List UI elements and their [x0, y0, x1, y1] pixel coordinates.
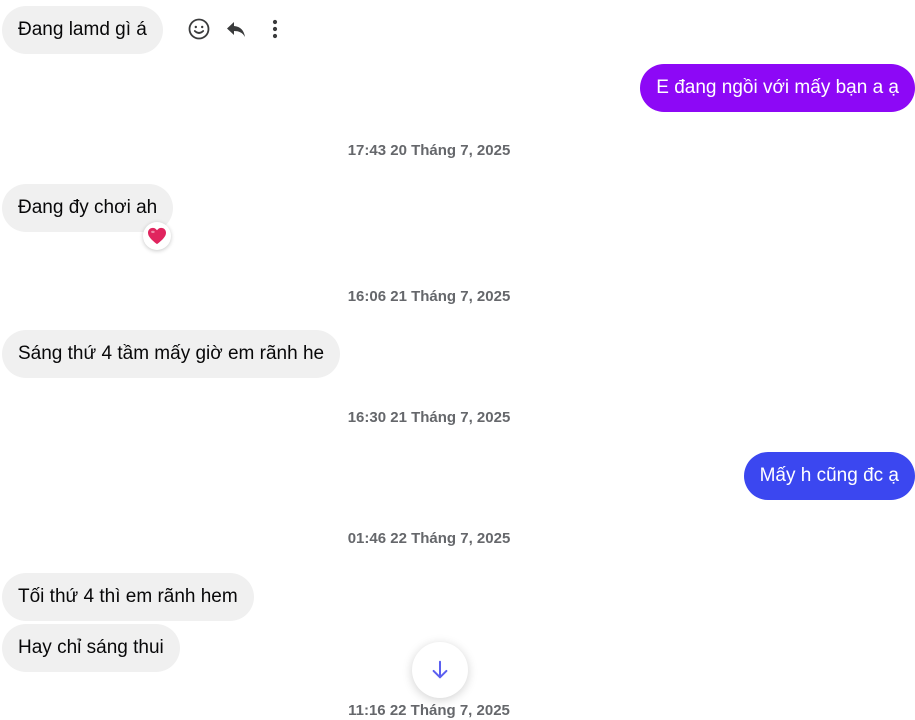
message-timestamp: 01:46 22 Tháng 7, 2025 — [347, 530, 511, 547]
heart-reaction-icon[interactable] — [143, 222, 171, 250]
message-timestamp: 16:06 21 Tháng 7, 2025 — [347, 288, 511, 305]
more-vertical-icon[interactable] — [262, 16, 288, 42]
message-bubble-incoming[interactable]: Sáng thứ 4 tầm mấy giờ em rãnh he — [2, 330, 341, 378]
message-bubble-incoming[interactable]: Hay chỉ sáng thui — [2, 624, 180, 672]
message-bubble-incoming[interactable]: Tối thứ 4 thì em rãnh hem — [2, 573, 254, 621]
reply-icon[interactable] — [223, 16, 249, 42]
message-bubble-outgoing[interactable]: Mấy h cũng đc ạ — [743, 452, 915, 500]
message-timestamp: 11:16 22 Tháng 7, 2025 — [348, 702, 510, 719]
message-timestamp: 16:30 21 Tháng 7, 2025 — [347, 409, 511, 426]
scroll-to-bottom-button[interactable] — [412, 642, 468, 698]
arrow-down-icon — [432, 660, 448, 679]
message-bubble-outgoing[interactable]: E đang ngồi với mấy bạn a ạ — [640, 64, 915, 112]
message-bubble-incoming[interactable]: Đang lamd gì á — [2, 6, 163, 54]
smiley-icon[interactable] — [186, 16, 212, 42]
message-timestamp: 17:43 20 Tháng 7, 2025 — [347, 142, 511, 159]
